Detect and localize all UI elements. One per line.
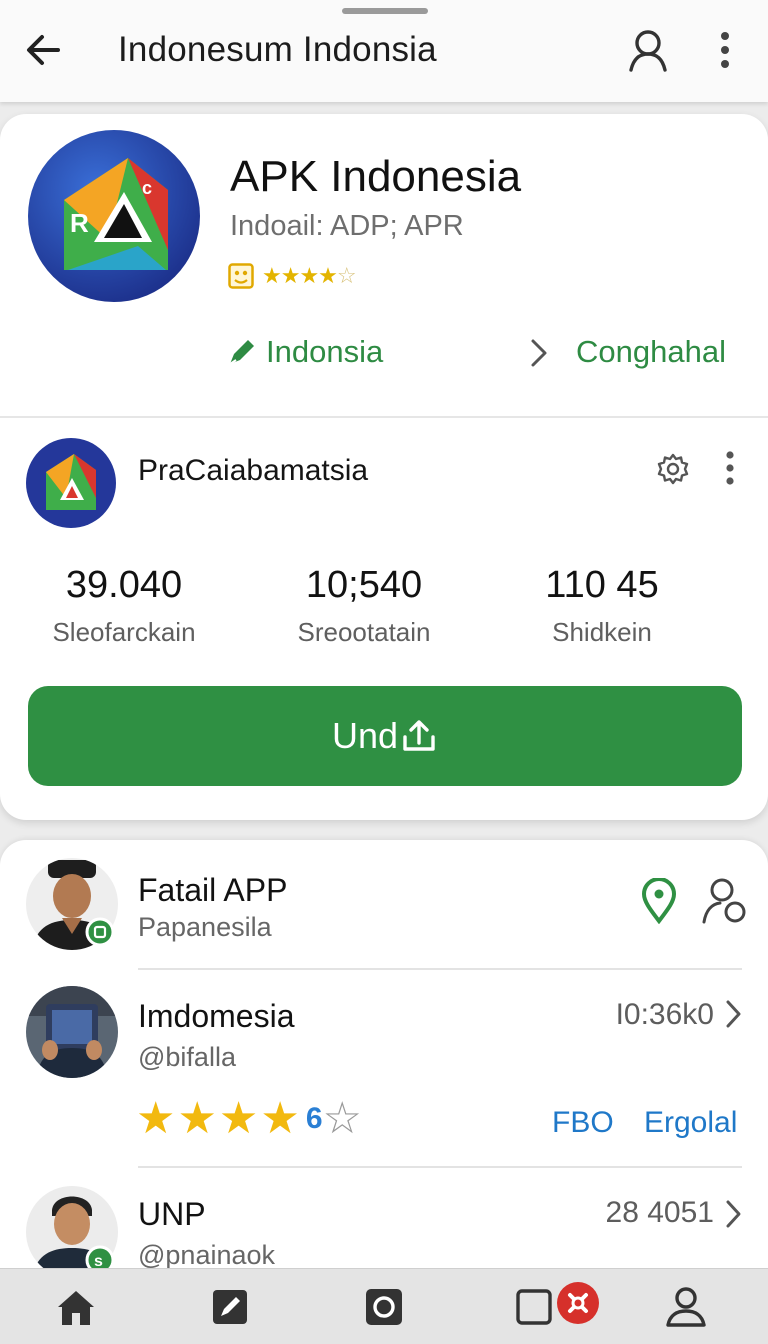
app-logo: R c	[28, 130, 200, 302]
star-rating: ★ ★ ★ ★ 6 ☆	[136, 1096, 362, 1142]
camera-icon	[366, 1289, 402, 1325]
follow-button[interactable]	[700, 876, 748, 926]
publisher-logo	[26, 438, 116, 528]
nav-notifications[interactable]	[514, 1285, 558, 1329]
divider	[138, 1166, 742, 1168]
publisher-name: PraCaiabamatsia	[138, 454, 369, 487]
stat-3: 110 45 Shidkein	[516, 564, 688, 648]
list-item-title[interactable]: Fatail APP	[138, 872, 287, 909]
developer-link[interactable]: Indonsia	[226, 332, 383, 372]
upload-button[interactable]: Und	[28, 686, 742, 786]
nav-edit[interactable]	[208, 1285, 252, 1329]
arrow-left-icon	[27, 35, 60, 65]
avatar[interactable]	[26, 858, 118, 950]
settings-button[interactable]	[656, 452, 690, 486]
stat-1: 39.040 Sleofarckain	[36, 564, 212, 648]
stat-2: 10;540 Sreootatain	[272, 564, 456, 648]
developer-link-label: Indonsia	[266, 334, 384, 369]
list-item-subtitle: @pnainaok	[138, 1240, 276, 1270]
svg-text:c: c	[142, 178, 152, 198]
app-subtitle: Indoail: ADP; APR	[230, 210, 464, 242]
list-item-subtitle: @bifalla	[138, 1042, 236, 1072]
nav-profile[interactable]	[664, 1285, 708, 1329]
nav-camera[interactable]	[362, 1285, 406, 1329]
publisher-more-button[interactable]	[718, 448, 742, 488]
nav-home[interactable]	[54, 1285, 98, 1329]
badge-icon	[557, 1282, 599, 1324]
person-icon	[702, 878, 746, 924]
chevron-right-icon[interactable]	[528, 336, 550, 370]
list-item-meta: I0:36k0	[615, 998, 714, 1031]
chevron-right-icon[interactable]	[724, 998, 744, 1030]
back-button[interactable]	[22, 28, 66, 72]
star-icon: ★	[260, 1094, 300, 1143]
app-list: Fatail APP Papanesila Imdomesia @bifalla…	[0, 840, 768, 1280]
list-item-title[interactable]: UNP	[138, 1196, 206, 1233]
app-rating: ★★★★☆	[228, 262, 357, 290]
star-icon: ★	[177, 1094, 217, 1143]
account-icon	[629, 30, 667, 72]
list-item-title[interactable]: Imdomesia	[138, 998, 295, 1035]
svg-text:R: R	[70, 208, 89, 238]
top-app-bar: Indonesum Indonsia	[0, 0, 768, 102]
star-icon: ★	[136, 1094, 176, 1143]
app-details-card: R c APK Indonesia Indoail: ADP; APR ★★★★…	[0, 114, 768, 820]
app-name: APK Indonesia	[230, 152, 522, 201]
account-button[interactable]	[624, 26, 672, 74]
secondary-link[interactable]: Conghahal	[576, 334, 726, 370]
link-fbo[interactable]: FBO	[552, 1106, 614, 1140]
avatar[interactable]: s	[26, 1186, 118, 1278]
stat-value: 10;540	[305, 564, 423, 606]
location-button[interactable]	[640, 877, 678, 925]
stat-value: 110 45	[545, 564, 659, 606]
rating-glyph: 6	[305, 1102, 323, 1135]
more-vertical-icon	[721, 32, 729, 68]
upload-button-label: Und	[331, 715, 399, 756]
stat-label: Shidkein	[552, 617, 652, 647]
content-rating-icon	[228, 263, 254, 289]
overflow-menu-button[interactable]	[712, 28, 738, 72]
upload-icon	[403, 720, 435, 751]
drag-handle[interactable]	[342, 8, 428, 14]
pen-icon	[229, 340, 254, 365]
stat-value: 39.040	[65, 564, 183, 606]
list-item-meta: 28 4051	[605, 1196, 714, 1229]
profile-icon	[666, 1287, 706, 1327]
list-item-subtitle: Papanesila	[138, 912, 272, 942]
home-icon	[58, 1291, 94, 1325]
stat-label: Sleofarckain	[52, 617, 196, 647]
notifications-icon	[516, 1289, 552, 1325]
bottom-navigation	[0, 1268, 768, 1344]
map-pin-icon	[641, 877, 677, 925]
page-title: Indonesum Indonsia	[118, 30, 437, 69]
notification-badge	[556, 1281, 600, 1325]
edit-icon	[213, 1290, 247, 1324]
star-rating: ★★★★☆	[262, 263, 357, 288]
empty-star-icon: ☆	[322, 1094, 362, 1143]
star-icon: ★	[218, 1094, 259, 1143]
avatar[interactable]	[26, 986, 118, 1078]
more-vertical-icon	[726, 451, 734, 485]
stat-label: Sreootatain	[297, 617, 431, 647]
chevron-right-icon[interactable]	[724, 1198, 744, 1230]
divider	[138, 968, 742, 970]
divider	[0, 416, 768, 418]
link-ergolal[interactable]: Ergolal	[644, 1106, 737, 1140]
gear-icon	[657, 453, 689, 485]
